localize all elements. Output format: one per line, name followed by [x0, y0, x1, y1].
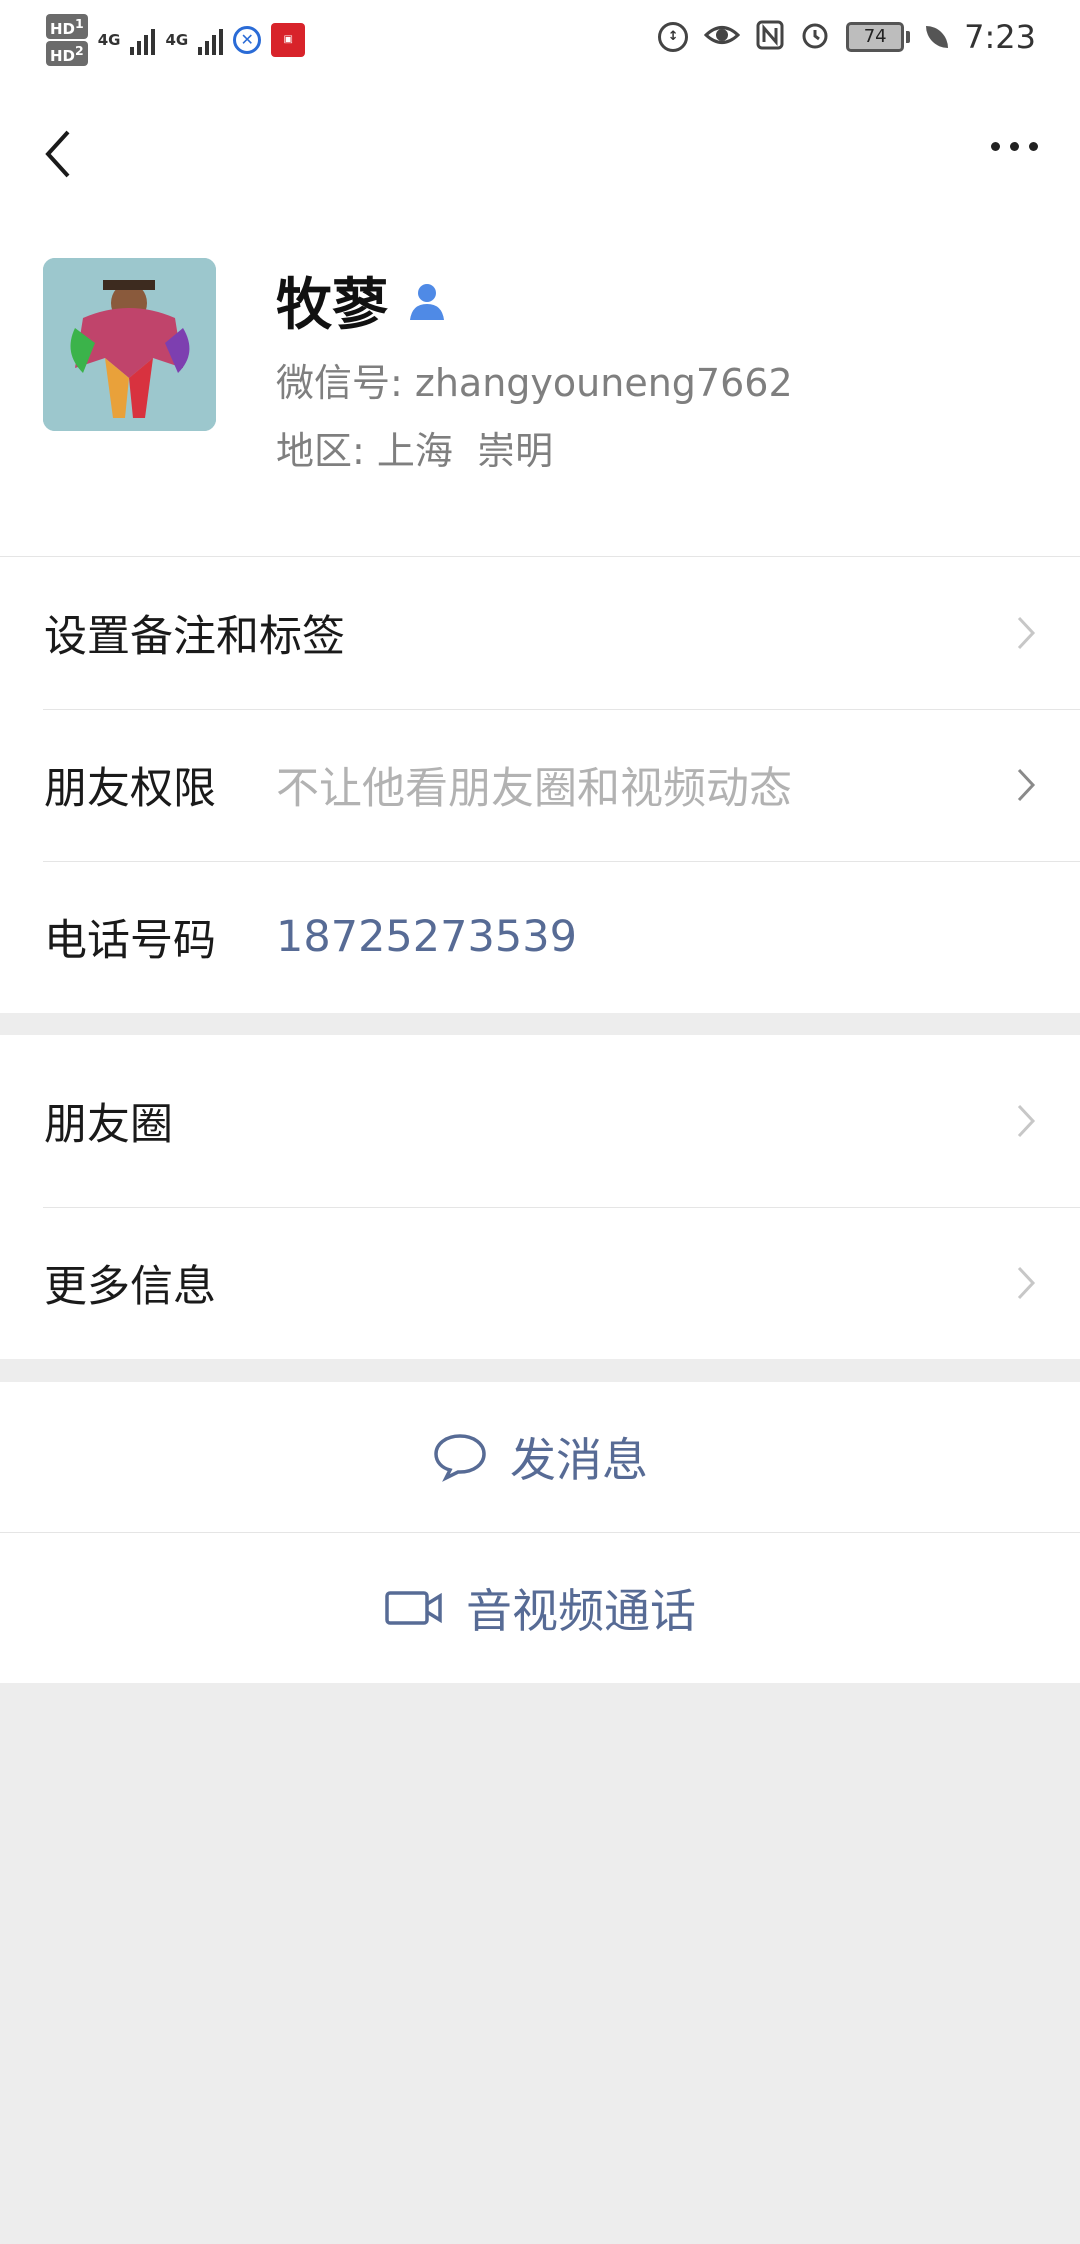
more-info-label: 更多信息 — [44, 1262, 216, 1312]
remark-tags-label: 设置备注和标签 — [44, 612, 345, 662]
friend-permission-label: 朋友权限 — [44, 764, 216, 814]
send-message-button[interactable]: 发消息 — [0, 1382, 1080, 1532]
friend-permission-row[interactable]: 朋友权限 不让他看朋友圈和视频动态 — [0, 709, 1080, 861]
signal-icon-2 — [198, 25, 224, 55]
alarm-icon — [800, 20, 830, 54]
battery-icon: 74 — [846, 22, 911, 52]
phone-label: 电话号码 — [44, 916, 216, 966]
chevron-right-icon — [1017, 1266, 1036, 1300]
chat-bubble-icon — [434, 1434, 486, 1482]
sim2-label: HD — [50, 47, 76, 65]
clock: 7:23 — [964, 18, 1036, 56]
phone-row: 电话号码 18725273539 — [0, 861, 1080, 1013]
back-button[interactable] — [38, 124, 88, 184]
battery-level: 74 — [846, 22, 905, 52]
profile-header: 牧蓼 微信号: zhangyouneng7662 地区: 上海 崇明 — [0, 216, 1080, 557]
eye-comfort-icon — [703, 20, 741, 54]
wechat-id-label: 微信号: — [276, 361, 403, 405]
sim1-hd-badge: HD1 — [46, 14, 88, 39]
avatar-image — [43, 258, 216, 431]
sim1-index: 1 — [75, 16, 84, 31]
app-icon-blue: ✕ — [233, 26, 262, 54]
person-badge-icon — [410, 283, 444, 320]
signal-icon — [130, 25, 156, 55]
send-message-label: 发消息 — [510, 1433, 648, 1487]
sim1-label: HD — [50, 20, 76, 38]
moments-row[interactable]: 朋友圈 — [0, 1035, 1080, 1207]
phone-number-link[interactable]: 18725273539 — [276, 912, 577, 962]
moments-label: 朋友圈 — [44, 1100, 173, 1150]
status-bar-left: HD1 HD2 4G 4G ✕ ▣ — [46, 14, 306, 66]
sim2-index: 2 — [75, 43, 84, 58]
chevron-right-icon — [1017, 768, 1036, 802]
wechat-id-value: zhangyouneng7662 — [414, 361, 793, 405]
video-camera-icon — [385, 1591, 442, 1625]
avatar[interactable] — [43, 258, 216, 431]
moments-group: 朋友圈 更多信息 — [0, 1035, 1080, 1359]
leaf-icon — [926, 26, 949, 48]
app-icon-red: ▣ — [271, 23, 306, 57]
contact-info-group: 设置备注和标签 朋友权限 不让他看朋友圈和视频动态 电话号码 187252735… — [0, 557, 1080, 1013]
more-button[interactable] — [991, 142, 1038, 151]
region: 地区: 上海 崇明 — [276, 420, 553, 475]
region-value: 上海 崇明 — [376, 429, 554, 473]
sim-indicators: HD1 HD2 — [46, 14, 88, 66]
wechat-id: 微信号: zhangyouneng7662 — [276, 352, 793, 407]
video-call-button[interactable]: 音视频通话 — [0, 1532, 1080, 1683]
friend-permission-value: 不让他看朋友圈和视频动态 — [276, 764, 792, 814]
remark-tags-row[interactable]: 设置备注和标签 — [0, 557, 1080, 709]
contact-name: 牧蓼 — [276, 260, 448, 341]
chevron-right-icon — [1017, 616, 1036, 650]
more-info-row[interactable]: 更多信息 — [0, 1207, 1080, 1359]
video-call-label: 音视频通话 — [466, 1584, 696, 1638]
network-type-1: 4G — [97, 31, 121, 49]
nav-bar — [0, 86, 1080, 216]
chevron-right-icon — [1017, 1104, 1036, 1138]
nfc-icon — [756, 20, 784, 54]
region-label: 地区: — [276, 429, 365, 473]
sim2-hd-badge: HD2 — [46, 41, 88, 66]
more-dots-icon — [991, 142, 1000, 151]
network-type-2: 4G — [165, 31, 189, 49]
data-saver-icon: ↕ — [658, 22, 689, 52]
status-bar-right: ↕ 74 7:23 — [658, 18, 1036, 56]
contact-name-text: 牧蓼 — [276, 273, 388, 338]
action-group: 发消息 音视频通话 — [0, 1382, 1080, 1683]
chevron-left-icon — [45, 130, 70, 178]
status-bar: HD1 HD2 4G 4G ✕ ▣ ↕ 74 7:23 — [0, 0, 1080, 86]
